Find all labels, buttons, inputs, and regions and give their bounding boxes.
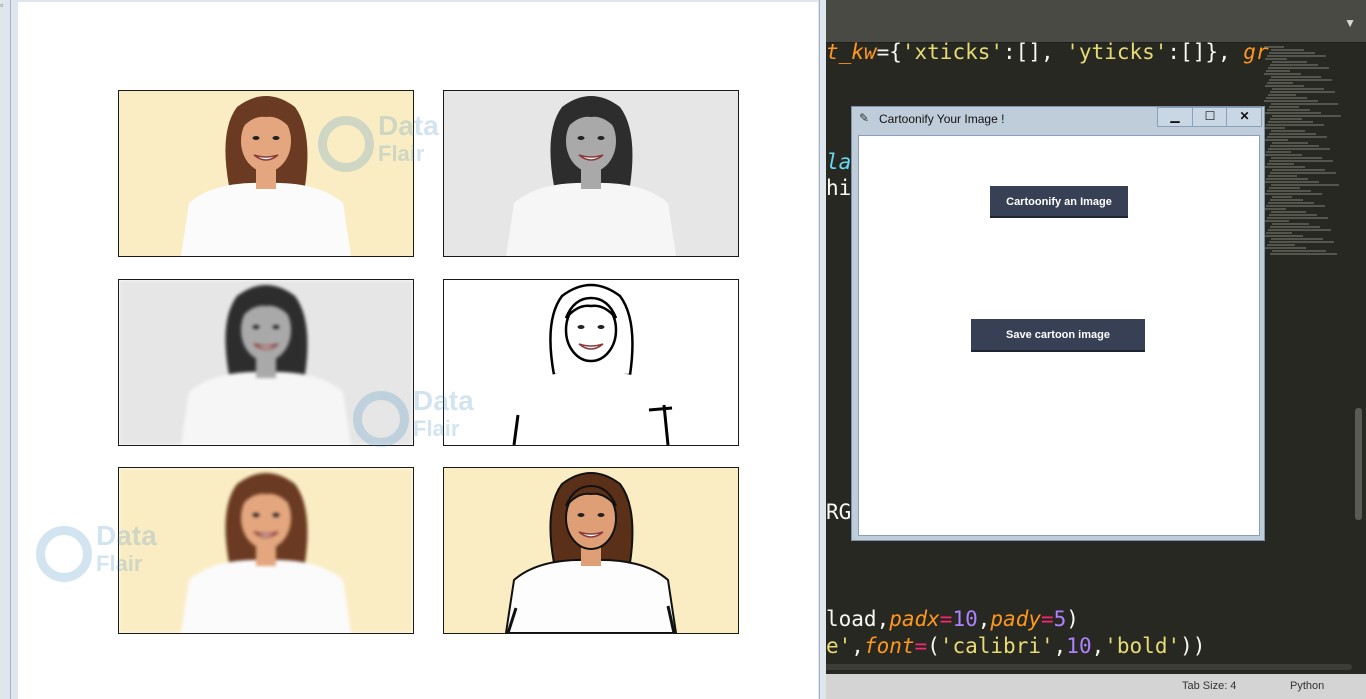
watermark-text: Flair (378, 141, 425, 166)
editor-tabbar: ▼ (820, 0, 1366, 43)
minimap[interactable] (1264, 42, 1352, 658)
syntax-indicator[interactable]: Python (1290, 680, 1324, 692)
minimize-icon[interactable]: ▁ (1158, 108, 1192, 126)
watermark-logo: Data Flair (353, 387, 503, 457)
code-line[interactable]: RG (826, 500, 851, 524)
watermark-logo: Data Flair (318, 112, 468, 182)
code-line[interactable]: load,padx=10,pady=5) (826, 607, 1079, 631)
watermark-icon (318, 116, 374, 172)
horizontal-scrollbar[interactable] (824, 664, 1352, 670)
cartoon-image-svg (444, 468, 738, 633)
watermark-text: Data (96, 520, 157, 551)
figure-canvas: Data Flair Data Flair Data Flair (18, 2, 818, 699)
dialog-titlebar[interactable]: ✎ Cartoonify Your Image ! ▁ ☐ ✕ (852, 107, 1264, 131)
watermark-text: Data (378, 110, 439, 141)
status-bar: Tab Size: 4 Python (820, 674, 1366, 699)
feather-icon: ✎ (859, 111, 870, 125)
code-line[interactable]: e',font=('calibri',10,'bold')) (826, 634, 1205, 658)
cartoonify-image-button[interactable]: Cartoonify an Image (990, 186, 1128, 218)
code-line[interactable]: hi (826, 176, 851, 200)
panel-grayscale-image (443, 90, 739, 257)
watermark-text: Flair (413, 416, 460, 441)
watermark-logo: Data Flair (36, 522, 186, 592)
save-cartoon-button[interactable]: Save cartoon image (971, 319, 1145, 352)
dialog-body: Cartoonify an Image Save cartoon image (858, 135, 1260, 536)
watermark-text: Flair (96, 551, 143, 576)
window-controls: ▁ ☐ ✕ (1157, 107, 1262, 127)
cartoonify-dialog[interactable]: ✎ Cartoonify Your Image ! ▁ ☐ ✕ Cartooni… (851, 106, 1265, 541)
close-icon[interactable]: ✕ (1226, 108, 1262, 126)
watermark-icon (36, 526, 92, 582)
window-edge-icon: ▫ (0, 0, 4, 10)
panel-cartoon-image (443, 467, 739, 634)
maximize-icon[interactable]: ☐ (1192, 108, 1227, 126)
chevron-down-icon[interactable]: ▼ (1344, 16, 1356, 30)
code-line[interactable]: la (826, 150, 851, 174)
tab-size-indicator[interactable]: Tab Size: 4 (1182, 680, 1236, 692)
watermark-icon (353, 391, 409, 447)
grayscale-image-svg (444, 91, 738, 256)
figure-window: ▫ Data Flair Data Flair Data Flair (0, 0, 826, 699)
dialog-title: Cartoonify Your Image ! (879, 112, 1005, 126)
watermark-text: Data (413, 385, 474, 416)
code-line[interactable]: t_kw={'xticks':[], 'yticks':[]}, gr (826, 40, 1269, 64)
vertical-scrollbar[interactable] (1355, 408, 1362, 520)
